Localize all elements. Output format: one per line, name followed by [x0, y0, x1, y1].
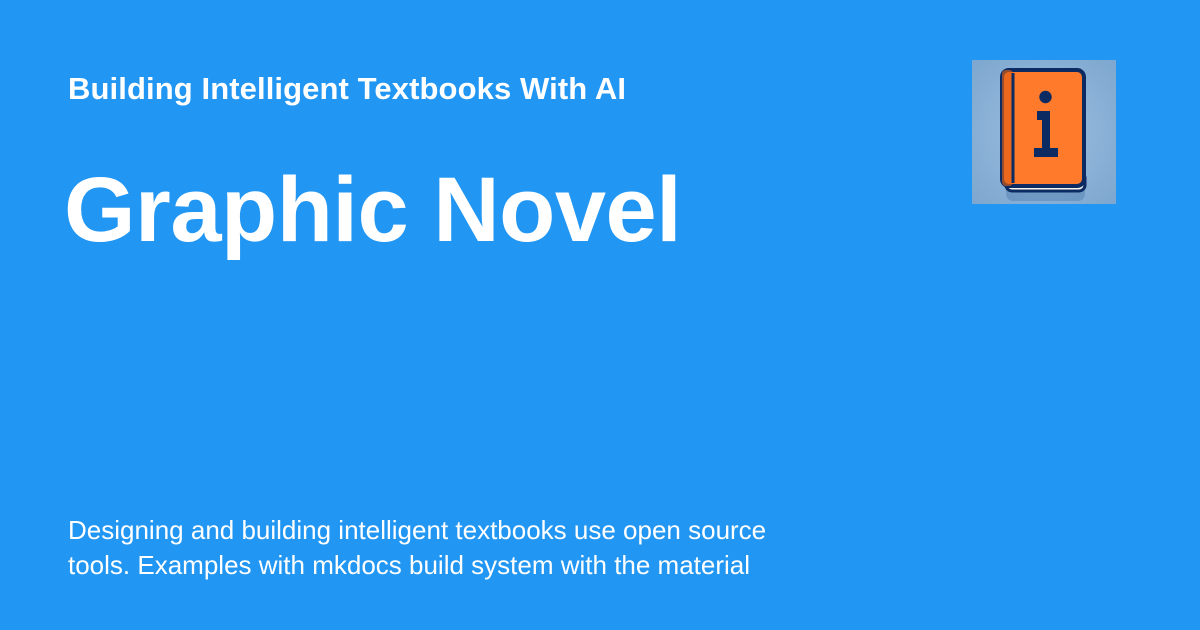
book-info-icon: i: [972, 60, 1116, 204]
page-title: Graphic Novel: [64, 159, 682, 261]
page-description: Designing and building intelligent textb…: [68, 515, 767, 580]
site-name: Building Intelligent Textbooks With AI: [68, 71, 627, 106]
social-card: Building Intelligent Textbooks With AI G…: [0, 0, 1200, 630]
